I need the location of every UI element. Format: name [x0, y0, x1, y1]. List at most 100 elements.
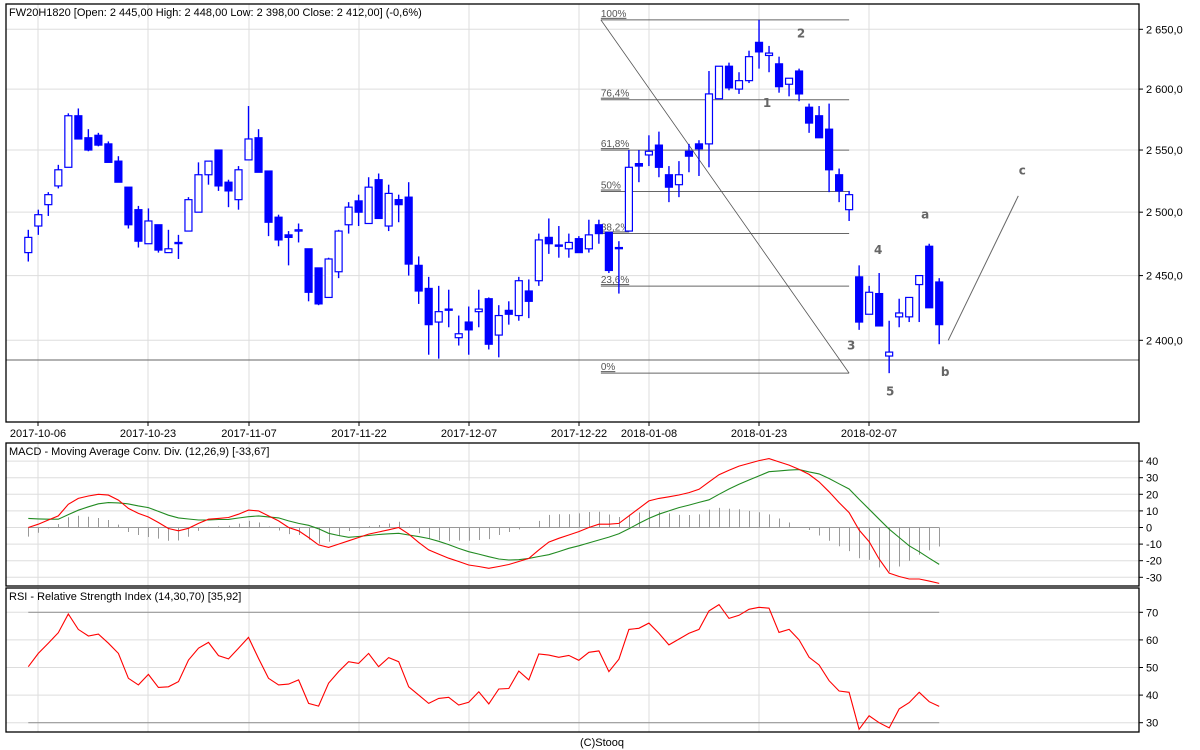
candle-body-down	[774, 63, 784, 88]
wave-label: 2	[797, 27, 805, 41]
candle-body-down	[284, 234, 293, 238]
candle-body-down	[74, 115, 83, 140]
price-panel-title: FW20H1820 [Open: 2 445,00 High: 2 448,00…	[9, 7, 422, 19]
candle-body-down	[824, 128, 834, 171]
candle-body-down	[694, 143, 704, 150]
candle[interactable]	[484, 297, 493, 350]
candle[interactable]	[124, 186, 133, 229]
candle-body-up	[294, 229, 303, 232]
candle[interactable]	[64, 113, 73, 168]
candle-body-down	[404, 196, 413, 265]
wave-label: a	[921, 207, 929, 221]
date-tick-label: 2018-01-23	[731, 428, 787, 440]
macd-tick-label: -30	[1146, 572, 1162, 584]
candle[interactable]	[714, 65, 724, 100]
candle-body-up	[845, 194, 854, 211]
macd-tick-label: 20	[1146, 489, 1158, 501]
candle[interactable]	[214, 149, 223, 191]
wave-label: 5	[886, 385, 894, 399]
candle-body-down	[124, 186, 133, 226]
candle-body-up	[714, 65, 724, 100]
candle-body-up	[324, 258, 333, 299]
candle-body-up	[384, 192, 393, 227]
candle[interactable]	[94, 132, 103, 147]
footer-copyright: (C)Stooq	[580, 737, 624, 749]
fib-level-label: 23,6%	[601, 275, 629, 286]
candle[interactable]	[574, 236, 583, 254]
price-tick-label: 2 500,0	[1146, 207, 1183, 219]
candle[interactable]	[314, 267, 323, 306]
candle-body-up	[905, 296, 914, 318]
fib-level-label: 76,4%	[601, 89, 629, 100]
macd-tick-label: 40	[1146, 456, 1158, 468]
candle-body-down	[724, 65, 734, 89]
candle[interactable]	[374, 173, 383, 220]
rsi-tick-label: 70	[1146, 607, 1158, 619]
candle-body-up	[184, 199, 193, 232]
candle-body-down	[524, 290, 533, 302]
candle-body-down	[214, 149, 223, 187]
price-tick-label: 2 600,0	[1146, 84, 1183, 96]
macd-tick-label: 0	[1146, 523, 1152, 535]
macd-panel-title: MACD - Moving Average Conv. Div. (12,26,…	[9, 446, 269, 458]
candle-body-down	[804, 106, 814, 124]
candle[interactable]	[184, 197, 193, 232]
candle-body-down	[134, 209, 143, 242]
candle-body-down	[424, 287, 433, 326]
date-tick-label: 2017-12-07	[441, 428, 497, 440]
candle-body-down	[114, 160, 123, 183]
fib-level-label: 0%	[601, 362, 616, 373]
candle-body-down	[574, 238, 583, 254]
candle-body-up	[514, 280, 523, 317]
candle[interactable]	[925, 243, 934, 309]
candle-body-down	[304, 248, 313, 293]
candle-body-down	[104, 143, 113, 163]
candle-body-down	[254, 137, 263, 173]
candle-body-down	[354, 200, 363, 213]
candle-body-down	[154, 224, 163, 251]
candle[interactable]	[104, 141, 113, 163]
candle-body-up	[764, 52, 774, 57]
price-tick-label: 2 450,0	[1146, 271, 1183, 283]
fib-level-label: 50%	[601, 181, 621, 192]
candle[interactable]	[134, 205, 143, 248]
candle-body-down	[504, 309, 513, 315]
candle-body-down	[224, 181, 233, 192]
candle-body-down	[855, 276, 864, 323]
candle-body-down	[274, 216, 283, 241]
date-tick-label: 2017-11-22	[331, 428, 386, 440]
rsi-panel-title: RSI - Relative Strength Index (14,30,70)…	[9, 591, 241, 603]
chart-root: 100%76,4%61,8%50%38,2%23,6%0%12345abc 20…	[0, 0, 1200, 750]
price-tick-label: 2 400,0	[1146, 335, 1183, 347]
candle-body-up	[364, 186, 373, 225]
candle-body-up	[204, 160, 213, 176]
candle-body-up	[744, 56, 754, 82]
date-tick-label: 2018-01-08	[621, 428, 677, 440]
candle[interactable]	[604, 231, 613, 274]
candle[interactable]	[534, 233, 543, 286]
candle-body-up	[474, 308, 483, 313]
candle[interactable]	[514, 276, 523, 321]
wave-label: 3	[847, 338, 855, 352]
candle-body-up	[334, 230, 343, 273]
candle-body-down	[464, 321, 473, 331]
candle-body-up	[704, 93, 714, 145]
candle-body-up	[614, 246, 623, 250]
candle-body-up	[454, 333, 463, 339]
candle[interactable]	[724, 62, 734, 91]
macd-tick-label: -10	[1146, 539, 1162, 551]
rsi-tick-label: 50	[1146, 663, 1158, 675]
candle-body-down	[875, 292, 884, 327]
candle-body-up	[234, 169, 243, 201]
candle-body-down	[484, 298, 493, 345]
candle-body-down	[754, 41, 764, 53]
candle[interactable]	[154, 224, 163, 253]
wave-label: b	[941, 365, 950, 379]
candle-body-up	[64, 115, 73, 168]
candle[interactable]	[324, 257, 333, 299]
candle-body-down	[414, 264, 423, 292]
candle-body-up	[24, 236, 33, 254]
candle[interactable]	[334, 229, 343, 279]
candle-body-up	[784, 77, 794, 85]
wave-label: 1	[763, 96, 771, 110]
